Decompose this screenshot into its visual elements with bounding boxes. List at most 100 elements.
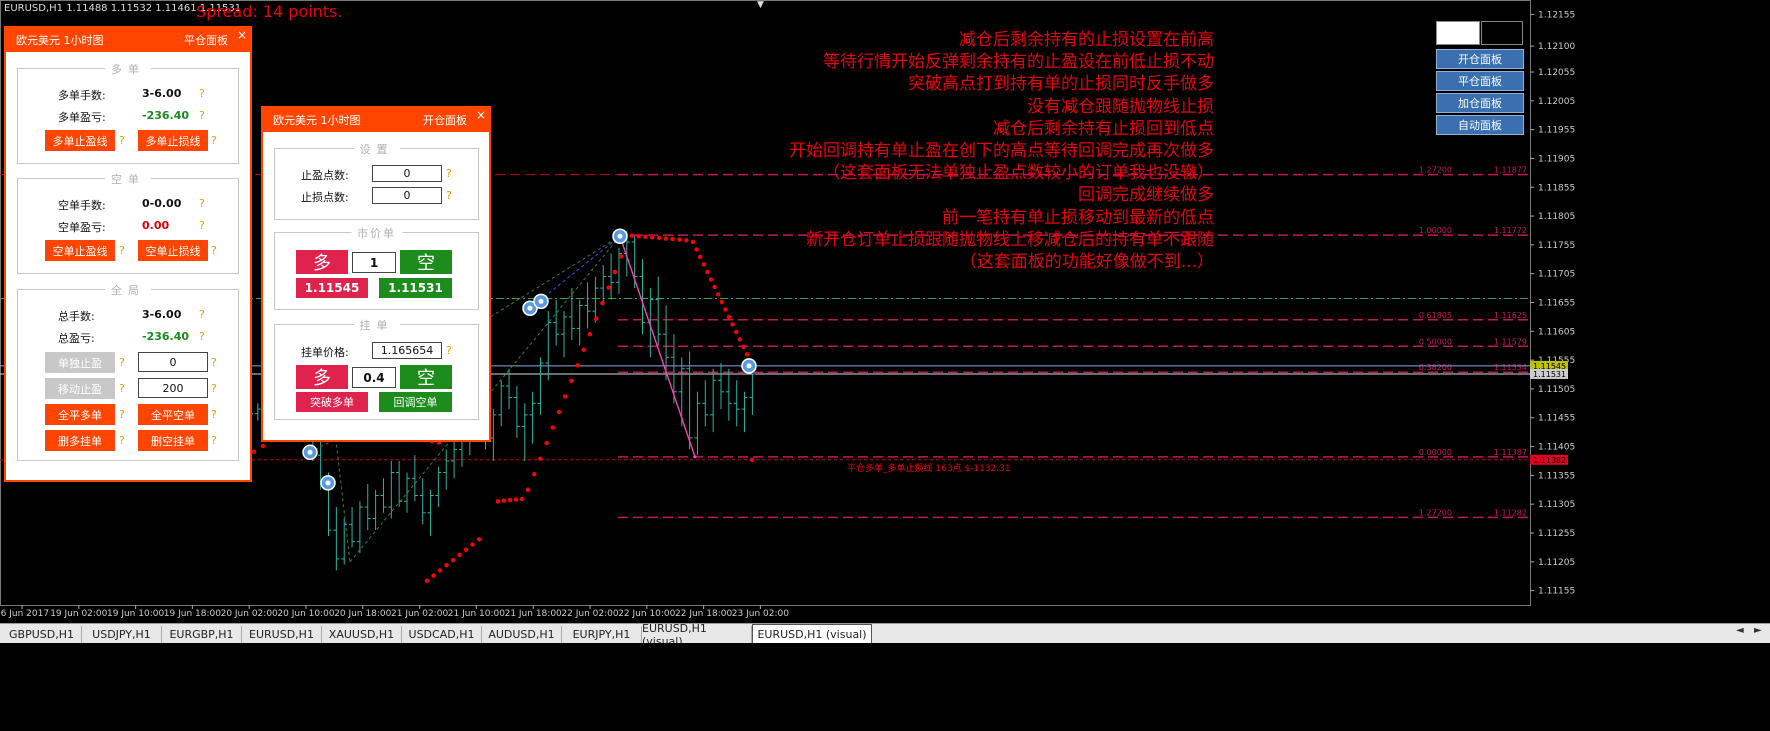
help-icon[interactable]: ? (211, 382, 217, 395)
help-icon[interactable]: ? (119, 382, 125, 395)
help-icon[interactable]: ? (199, 109, 205, 122)
help-icon[interactable]: ? (119, 356, 125, 369)
long-lots-value: 3-6.00 (142, 87, 182, 100)
price-tick-label: 1.11955 (1538, 126, 1575, 136)
help-icon[interactable]: ? (199, 308, 205, 321)
help-icon[interactable]: ? (199, 197, 205, 210)
help-icon[interactable]: ? (119, 134, 125, 147)
delete-long-pending-button[interactable]: 删多挂单 (45, 430, 115, 451)
pullback-short-button[interactable]: 回调空单 (379, 392, 452, 412)
auto-panel-button[interactable]: 自动面板 (1436, 115, 1524, 135)
pending-buy-button[interactable]: 多 (296, 365, 348, 389)
close-all-long-button[interactable]: 全平多单 (45, 404, 115, 425)
long-sl-line-button[interactable]: 多单止损线 (138, 130, 208, 151)
long-pl-label: 多单盈亏: (58, 111, 106, 124)
short-tp-line-button[interactable]: 空单止盈线 (45, 240, 115, 261)
help-icon[interactable]: ? (446, 189, 452, 202)
buy-price[interactable]: 1.11545 (296, 278, 368, 298)
delete-short-pending-button[interactable]: 删空挂单 (138, 430, 208, 451)
long-lots-label: 多单手数: (58, 89, 106, 102)
tab-eurgbp-h1-2[interactable]: EURGBP,H1 (162, 626, 242, 643)
tab-audusd-h1-6[interactable]: AUDUSD,H1 (482, 626, 562, 643)
trade-marker-dot (325, 480, 331, 486)
tab-scroll-right-icon[interactable]: ► (1754, 625, 1762, 636)
help-icon[interactable]: ? (211, 434, 217, 447)
fibo-level-label: 0.50000 (1419, 337, 1452, 346)
chart-tab-bar: GBPUSD,H1 USDJPY,H1 EURGBP,H1 EURUSD,H1 XAUU… (0, 622, 1770, 648)
market-buy-button[interactable]: 多 (296, 250, 348, 274)
sar-dot (656, 235, 662, 241)
tab-eurusd-h1-3[interactable]: EURUSD,H1 (242, 626, 322, 643)
help-icon[interactable]: ? (446, 167, 452, 180)
sar-dot (643, 234, 648, 240)
help-icon[interactable]: ? (446, 344, 452, 357)
fibo-price-label: 1.11625 (1494, 311, 1527, 320)
market-sell-button[interactable]: 空 (400, 250, 452, 274)
sar-dot (684, 238, 689, 243)
sl-points-input[interactable]: 0 (372, 187, 442, 204)
help-icon[interactable]: ? (199, 87, 205, 100)
sell-price[interactable]: 1.11531 (379, 278, 452, 298)
sar-dot (698, 254, 703, 260)
sar-dot (550, 425, 555, 430)
close-all-short-button[interactable]: 全平空单 (138, 404, 208, 425)
price-tick-label: 1.11305 (1538, 500, 1575, 510)
sar-dot (444, 563, 449, 568)
help-icon[interactable]: ? (211, 134, 217, 147)
open-panel-button[interactable]: 开仓面板 (1436, 49, 1524, 69)
short-sl-line-button[interactable]: 空单止损线 (138, 240, 208, 261)
switch-to-open-panel-link[interactable]: 开仓面板 (423, 112, 467, 128)
help-icon[interactable]: ? (119, 408, 125, 421)
sar-dot (556, 409, 562, 415)
chart-menu-arrow[interactable]: ▼ (757, 0, 764, 10)
close-position-note: 平仓多单_多单止损线 163点 $-1132.31 (847, 462, 1011, 474)
move-tp-button[interactable]: 移动止盈 (45, 378, 115, 399)
move-tp-input[interactable]: 200 (138, 378, 208, 398)
sar-dot (544, 440, 549, 446)
sar-dot (495, 499, 501, 504)
close-icon[interactable]: × (475, 109, 487, 121)
sar-dot (606, 285, 611, 290)
trade-marker-dot (307, 449, 313, 455)
help-icon[interactable]: ? (119, 244, 125, 257)
help-icon[interactable]: ? (199, 330, 205, 343)
single-tp-input[interactable]: 0 (138, 352, 208, 372)
long-tp-line-button[interactable]: 多单止盈线 (45, 130, 115, 151)
tp-points-input[interactable]: 0 (372, 165, 442, 182)
pending-lots-input[interactable]: 0.4 (352, 367, 396, 388)
breakout-long-button[interactable]: 突破多单 (296, 392, 368, 412)
stop-price-tag: 1.11382 (1533, 456, 1566, 465)
bottom-strip (0, 643, 1770, 731)
market-lots-input[interactable]: 1 (352, 252, 396, 273)
help-icon[interactable]: ? (211, 244, 217, 257)
tab-xauusd-h1-4[interactable]: XAUUSD,H1 (322, 626, 402, 643)
fibo-price-label: 1.11282 (1494, 508, 1527, 517)
tab-eurjpy-h1-7[interactable]: EURJPY,H1 (562, 626, 642, 643)
single-tp-button[interactable]: 单独止盈 (45, 352, 115, 373)
panel-header[interactable]: 欧元美元 1小时图 平仓面板 × (6, 28, 250, 52)
tab-eurusd-h1-visual--9[interactable]: EURUSD,H1 (visual) (752, 624, 872, 643)
help-icon[interactable]: ? (199, 219, 205, 232)
panel-title: 欧元美元 1小时图 (273, 114, 361, 127)
tab-usdjpy-h1-1[interactable]: USDJPY,H1 (82, 626, 162, 643)
total-pl-label: 总盈亏: (58, 332, 95, 345)
close-panel-button[interactable]: 平仓面板 (1436, 71, 1524, 91)
add-panel-button[interactable]: 加仓面板 (1436, 93, 1524, 113)
sar-dot (749, 457, 755, 462)
tab-usdcad-h1-5[interactable]: USDCAD,H1 (402, 626, 482, 643)
sar-dot (470, 542, 475, 547)
help-icon[interactable]: ? (211, 408, 217, 421)
switch-to-close-panel-link[interactable]: 平仓面板 (184, 32, 228, 48)
help-icon[interactable]: ? (211, 356, 217, 369)
sar-dot (723, 307, 728, 312)
tab-scroll-left-icon[interactable]: ◄ (1736, 625, 1744, 636)
tab-eurusd-h1-visual--8[interactable]: EURUSD,H1 (visual) (642, 622, 752, 648)
close-icon[interactable]: × (236, 29, 248, 41)
tab-gbpusd-h1-0[interactable]: GBPUSD,H1 (2, 626, 82, 643)
pending-sell-button[interactable]: 空 (400, 365, 452, 389)
close-position-panel: 欧元美元 1小时图 平仓面板 × 多单 多单手数: 3-6.00 ? 多单盈亏:… (4, 26, 252, 482)
pending-price-input[interactable]: 1.165654 (372, 342, 442, 359)
help-icon[interactable]: ? (119, 434, 125, 447)
sar-dot (663, 236, 668, 241)
panel-header[interactable]: 欧元美元 1小时图 开仓面板 × (263, 108, 489, 132)
